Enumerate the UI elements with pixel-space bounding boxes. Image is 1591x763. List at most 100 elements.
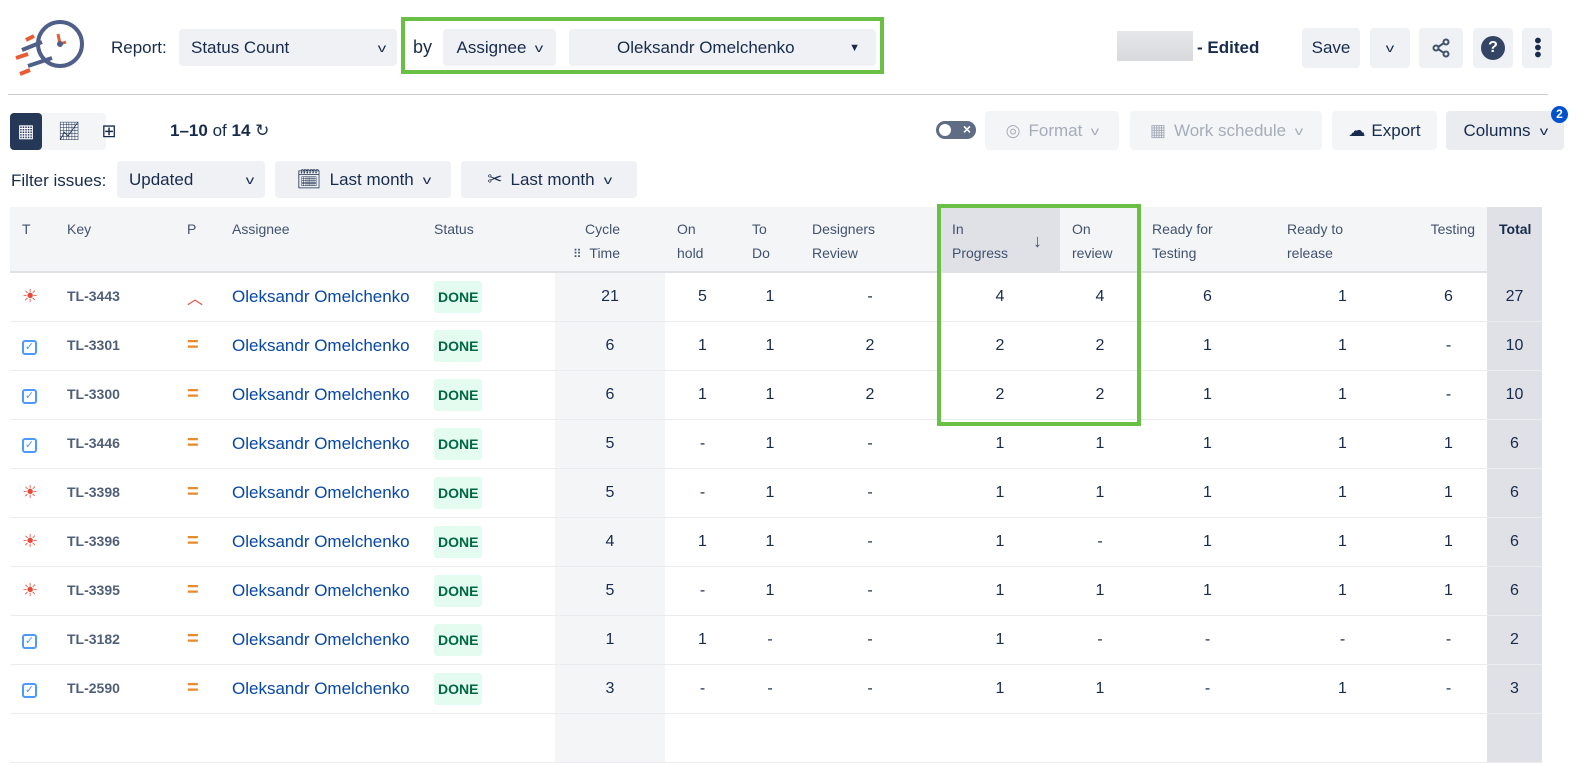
cell-total: 2 (1487, 615, 1542, 665)
issue-key-link[interactable]: TL-3301 (67, 337, 120, 353)
column-header-type[interactable]: T (10, 207, 55, 273)
issue-key-link[interactable]: TL-3300 (67, 386, 120, 402)
columns-button[interactable]: Columns v (1446, 111, 1564, 150)
column-header-ready-for-testing[interactable]: Ready for Testing (1140, 207, 1275, 273)
save-label: Save (1311, 38, 1351, 57)
cell-key[interactable]: TL-3300 (55, 370, 175, 420)
table-row: ☀︎ TL-3443 ︿ Oleksandr Omelchenko DONE 21… (10, 272, 1542, 322)
cell-on-hold: - (665, 566, 740, 616)
column-header-on-review[interactable]: On review (1060, 207, 1140, 273)
cell-key[interactable]: TL-3443 (55, 272, 175, 322)
cell-status: DONE (422, 272, 555, 322)
work-schedule-button[interactable]: ▦ Work schedule v (1130, 111, 1322, 150)
issue-key-link[interactable]: TL-3446 (67, 435, 120, 451)
close-icon: × (962, 121, 971, 137)
cell-designers-review: - (800, 566, 940, 616)
column-header-status[interactable]: Status (422, 207, 555, 273)
cell-key[interactable]: TL-3398 (55, 468, 175, 518)
cell-on-hold: 1 (665, 321, 740, 371)
cell-cycle-time: 21 (555, 272, 665, 322)
more-menu-button[interactable]: ••• (1522, 28, 1552, 68)
save-options-button[interactable]: v (1370, 28, 1410, 68)
cut-period-select[interactable]: ✂︎ Last month v (461, 161, 637, 198)
table-row: ✓ TL-3446 = Oleksandr Omelchenko DONE 5-1… (10, 419, 1542, 469)
assignee-link[interactable]: Oleksandr Omelchenko (232, 287, 410, 306)
export-button[interactable]: ☁ Export (1332, 111, 1437, 150)
cell-priority: ︿ (175, 272, 220, 322)
pivot-view-button[interactable]: ⊞ (93, 113, 125, 150)
cell-assignee: Oleksandr Omelchenko (220, 566, 422, 616)
cell-ready-to-release: 1 (1275, 664, 1410, 714)
issue-key-link[interactable]: TL-3395 (67, 582, 120, 598)
share-button[interactable] (1419, 28, 1463, 68)
issue-key-link[interactable]: TL-3396 (67, 533, 120, 549)
group-by-select[interactable]: Assignee v (443, 29, 556, 66)
sort-descending-icon[interactable]: ↓ (1033, 229, 1042, 253)
cell-total: 6 (1487, 419, 1542, 469)
cell-testing: - (1410, 615, 1487, 665)
column-header-key[interactable]: Key (55, 207, 175, 273)
help-button[interactable]: ? (1473, 28, 1513, 68)
column-header-cycle-time[interactable]: ⠿ Cycle Time (555, 207, 665, 273)
drag-handle-icon[interactable]: ⠿ (573, 247, 585, 261)
issue-key-link[interactable]: TL-2590 (67, 680, 120, 696)
cell-key[interactable]: TL-3396 (55, 517, 175, 567)
cell-ready-to-release: 1 (1275, 517, 1410, 567)
column-header-ready-to-release[interactable]: Ready to release (1275, 207, 1410, 273)
cell-designers-review: 2 (800, 370, 940, 420)
chart-view-button[interactable]: 📈︎ (53, 113, 85, 150)
assignee-link[interactable]: Oleksandr Omelchenko (232, 434, 410, 453)
column-header-to-do[interactable]: To Do (740, 207, 800, 273)
cell-on-review: 4 (1060, 272, 1140, 322)
cell-to-do: - (740, 664, 800, 714)
issue-key-link[interactable]: TL-3443 (67, 288, 120, 304)
cell-in-progress: 2 (940, 321, 1060, 371)
cell-ready-to-release: 1 (1275, 321, 1410, 371)
format-button[interactable]: ◎ Format v (985, 111, 1119, 150)
column-header-label: On hold (677, 221, 704, 261)
column-header-on-hold[interactable]: On hold (665, 207, 740, 273)
refresh-icon[interactable]: ↻ (255, 121, 269, 140)
work-schedule-label: Work schedule (1173, 120, 1287, 140)
assignee-select[interactable]: Oleksandr Omelchenko ▼ (569, 29, 876, 66)
bug-icon: ☀︎ (22, 286, 39, 307)
cell-key[interactable]: TL-3182 (55, 615, 175, 665)
format-toggle[interactable]: × (936, 121, 976, 139)
table-row: ✓ TL-2590 = Oleksandr Omelchenko DONE 3- -… (10, 664, 1542, 714)
cell-key[interactable]: TL-3395 (55, 566, 175, 616)
assignee-link[interactable]: Oleksandr Omelchenko (232, 532, 410, 551)
assignee-link[interactable]: Oleksandr Omelchenko (232, 483, 410, 502)
issue-key-link[interactable]: TL-3398 (67, 484, 120, 500)
column-header-assignee[interactable]: Assignee (220, 207, 422, 273)
cell-total: 6 (1487, 468, 1542, 518)
report-select[interactable]: Status Count v (179, 29, 397, 66)
grid-view-button[interactable]: ▦ (10, 113, 42, 150)
assignee-link[interactable]: Oleksandr Omelchenko (232, 630, 410, 649)
column-header-priority[interactable]: P (175, 207, 220, 273)
cell-assignee: Oleksandr Omelchenko (220, 321, 422, 371)
cell-cycle-time: 5 (555, 468, 665, 518)
cell-empty (665, 713, 1487, 763)
date-period-select[interactable]: 🗓︎ Last month v (275, 161, 451, 198)
issue-key-link[interactable]: TL-3182 (67, 631, 120, 647)
assignee-link[interactable]: Oleksandr Omelchenko (232, 385, 410, 404)
cell-key[interactable]: TL-3446 (55, 419, 175, 469)
column-header-label: Ready for Testing (1152, 221, 1213, 261)
status-badge: DONE (434, 427, 483, 460)
assignee-link[interactable]: Oleksandr Omelchenko (232, 581, 410, 600)
cell-testing: - (1410, 370, 1487, 420)
column-header-label: In Progress (952, 221, 1009, 261)
assignee-link[interactable]: Oleksandr Omelchenko (232, 336, 410, 355)
export-label: Export (1371, 120, 1421, 140)
cell-key[interactable]: TL-3301 (55, 321, 175, 371)
column-header-in-progress[interactable]: In Progress ↓ (940, 207, 1060, 273)
filter-field-select[interactable]: Updated v (117, 161, 265, 198)
column-header-designers-review[interactable]: Designers Review (800, 207, 940, 273)
assignee-link[interactable]: Oleksandr Omelchenko (232, 679, 410, 698)
priority-medium-icon: = (187, 334, 199, 356)
save-button[interactable]: Save (1302, 28, 1360, 68)
column-header-total[interactable]: Total (1487, 207, 1542, 273)
column-header-testing[interactable]: Testing (1410, 207, 1487, 273)
cell-key[interactable]: TL-2590 (55, 664, 175, 714)
cell-status: DONE (422, 664, 555, 714)
